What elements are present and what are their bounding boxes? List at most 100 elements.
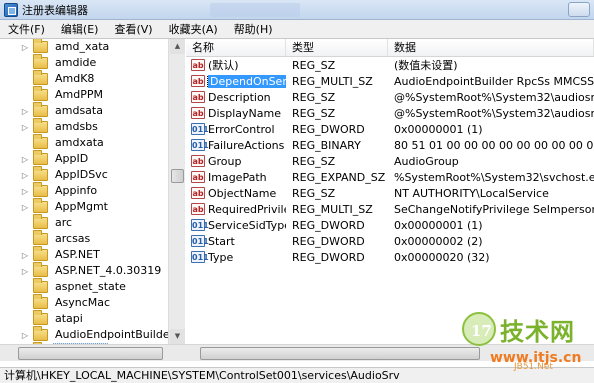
tree-vertical-scrollbar[interactable]: ▲ ▼ bbox=[168, 39, 185, 344]
value-row[interactable]: abDependOnService REG_MULTI_SZ AudioEndpoi… bbox=[186, 73, 594, 89]
tree-item[interactable]: AsyncMac bbox=[0, 294, 184, 311]
tree-item-label: AudioEndpointBuilder bbox=[55, 328, 175, 341]
value-row[interactable]: 011 Start REG_DWORD 0x00000002 (2) bbox=[186, 233, 594, 249]
tree-item[interactable]: ▷ AppIDSvc bbox=[0, 166, 184, 183]
expand-arrow-icon[interactable]: ▷ bbox=[20, 203, 30, 212]
title-bar-blur bbox=[210, 3, 300, 17]
tree-item[interactable]: ▷ ASP.NET bbox=[0, 246, 184, 263]
tree-item[interactable]: arcsas bbox=[0, 230, 184, 247]
tree-item[interactable]: atapi bbox=[0, 310, 184, 327]
regedit-icon bbox=[4, 2, 18, 17]
tree-item[interactable]: AmdPPM bbox=[0, 86, 184, 103]
value-name: Description bbox=[208, 90, 271, 104]
tree-item[interactable]: ▷ AppID bbox=[0, 150, 184, 167]
expand-arrow-icon[interactable]: ▷ bbox=[20, 251, 30, 260]
value-name-cell: abDependOnService bbox=[186, 74, 286, 88]
value-data: 0x00000002 (2) bbox=[394, 234, 483, 248]
tree-item-label: amdsbs bbox=[55, 120, 98, 133]
value-name-cell: ab DisplayName bbox=[186, 107, 286, 120]
value-row[interactable]: 011 FailureActions REG_BINARY 80 51 01 00 0… bbox=[186, 137, 594, 153]
menu-file[interactable]: 文件(F) bbox=[0, 20, 53, 39]
tree-item[interactable]: ▷ amdsbs bbox=[0, 118, 184, 135]
folder-icon bbox=[33, 70, 48, 85]
scroll-thumb[interactable] bbox=[171, 169, 184, 183]
folder-icon bbox=[33, 230, 48, 245]
tree-item[interactable]: aspnet_state bbox=[0, 278, 184, 295]
tree-item[interactable]: ▷ AudioEndpointBuilder bbox=[0, 326, 184, 343]
binary-value-icon: 011 bbox=[191, 235, 209, 247]
expand-arrow-icon[interactable]: ▷ bbox=[20, 155, 30, 164]
scroll-down-icon[interactable]: ▼ bbox=[170, 329, 185, 344]
minimize-button[interactable] bbox=[568, 2, 590, 17]
value-name-cell: ab (默认) bbox=[186, 57, 286, 73]
value-type: REG_SZ bbox=[292, 90, 336, 104]
column-name-header[interactable]: 名称 bbox=[186, 39, 286, 56]
folder-icon bbox=[33, 102, 48, 117]
key-tree: ▷ amd_xata amdide AmdK8 AmdPPM ▷ amdsata ▷ amdsb… bbox=[0, 39, 185, 344]
value-row[interactable]: ab Group REG_SZ AudioGroup bbox=[186, 153, 594, 169]
value-name-cell: 011 Type bbox=[186, 251, 286, 264]
value-row[interactable]: ab ObjectName REG_SZ NT AUTHORITY\LocalServ… bbox=[186, 185, 594, 201]
value-data: NT AUTHORITY\LocalService bbox=[394, 186, 549, 200]
value-name-cell: ab Description bbox=[186, 91, 286, 104]
value-row[interactable]: ab ImagePath REG_EXPAND_SZ %SystemRoot%\Sys… bbox=[186, 169, 594, 185]
tree-item[interactable]: amdxata bbox=[0, 134, 184, 151]
expand-arrow-icon[interactable]: ▷ bbox=[20, 43, 30, 52]
expand-arrow-icon[interactable]: ▷ bbox=[20, 267, 30, 276]
tree-item-label: ASP.NET_4.0.30319 bbox=[55, 264, 162, 277]
folder-icon bbox=[33, 214, 48, 229]
expand-arrow-icon[interactable]: ▷ bbox=[20, 331, 30, 340]
tree-item[interactable]: ▷ amdsata bbox=[0, 102, 184, 119]
value-name: DependOnService bbox=[206, 74, 286, 88]
value-name: FailureActions bbox=[208, 138, 285, 152]
expand-arrow-icon[interactable]: ▷ bbox=[20, 107, 30, 116]
value-type: REG_BINARY bbox=[292, 138, 361, 152]
folder-icon bbox=[33, 246, 48, 261]
value-row[interactable]: 011 ErrorControl REG_DWORD 0x00000001 (1) bbox=[186, 121, 594, 137]
tree-item[interactable]: amdide bbox=[0, 54, 184, 71]
menu-favorites[interactable]: 收藏夹(A) bbox=[161, 20, 226, 39]
string-value-icon: ab bbox=[191, 59, 205, 71]
value-data: SeChangeNotifyPrivilege SeImpersonatePri… bbox=[394, 202, 594, 216]
folder-icon bbox=[33, 118, 48, 133]
value-type: REG_DWORD bbox=[292, 250, 365, 264]
tree-item[interactable]: ▷ ASP.NET_4.0.30319 bbox=[0, 262, 184, 279]
expand-arrow-icon[interactable]: ▷ bbox=[20, 187, 30, 196]
expand-arrow-icon[interactable]: ▷ bbox=[20, 123, 30, 132]
folder-icon bbox=[33, 166, 48, 181]
folder-icon bbox=[33, 278, 48, 293]
tree-item[interactable]: arc bbox=[0, 214, 184, 231]
tree-item[interactable]: ▷ Appinfo bbox=[0, 182, 184, 199]
tree-item[interactable]: ▷ AppMgmt bbox=[0, 198, 184, 215]
window-title: 注册表编辑器 bbox=[22, 3, 88, 17]
menu-help[interactable]: 帮助(H) bbox=[226, 20, 281, 39]
tree-item-label: AmdK8 bbox=[55, 72, 95, 85]
value-row[interactable]: 011 Type REG_DWORD 0x00000020 (32) bbox=[186, 249, 594, 265]
menu-bar: 文件(F) 编辑(E) 查看(V) 收藏夹(A) 帮助(H) bbox=[0, 20, 594, 39]
tree-hscroll-thumb[interactable] bbox=[18, 347, 163, 360]
value-name-cell: ab ObjectName bbox=[186, 187, 286, 200]
folder-icon bbox=[33, 150, 48, 165]
menu-view[interactable]: 查看(V) bbox=[106, 20, 160, 39]
values-hscroll-thumb[interactable] bbox=[200, 347, 480, 360]
value-name-cell: 011 Start bbox=[186, 235, 286, 248]
expand-arrow-icon[interactable]: ▷ bbox=[20, 171, 30, 180]
value-type: REG_SZ bbox=[292, 154, 336, 168]
tree-item[interactable]: AmdK8 bbox=[0, 70, 184, 87]
string-value-icon: ab bbox=[191, 187, 205, 199]
value-name: ServiceSidType bbox=[208, 218, 286, 232]
value-row[interactable]: abRequiredPrivilege... REG_MULTI_SZ SeChan… bbox=[186, 201, 594, 217]
column-data-header[interactable]: 数据 bbox=[388, 39, 594, 56]
value-type: REG_SZ bbox=[292, 106, 336, 120]
scroll-up-icon[interactable]: ▲ bbox=[170, 39, 185, 54]
tree-item-label: AmdPPM bbox=[55, 88, 103, 101]
value-row[interactable]: ab (默认) REG_SZ (数值未设置) bbox=[186, 57, 594, 73]
value-row[interactable]: ab Description REG_SZ @%SystemRoot%\System3… bbox=[186, 89, 594, 105]
tree-item[interactable]: ▷ amd_xata bbox=[0, 39, 184, 55]
menu-edit[interactable]: 编辑(E) bbox=[53, 20, 107, 39]
column-type-header[interactable]: 类型 bbox=[286, 39, 388, 56]
folder-icon bbox=[33, 310, 48, 325]
value-row[interactable]: ab DisplayName REG_SZ @%SystemRoot%\System3… bbox=[186, 105, 594, 121]
value-row[interactable]: 011 ServiceSidType REG_DWORD 0x00000001 (1) bbox=[186, 217, 594, 233]
binary-value-icon: 011 bbox=[191, 219, 209, 231]
